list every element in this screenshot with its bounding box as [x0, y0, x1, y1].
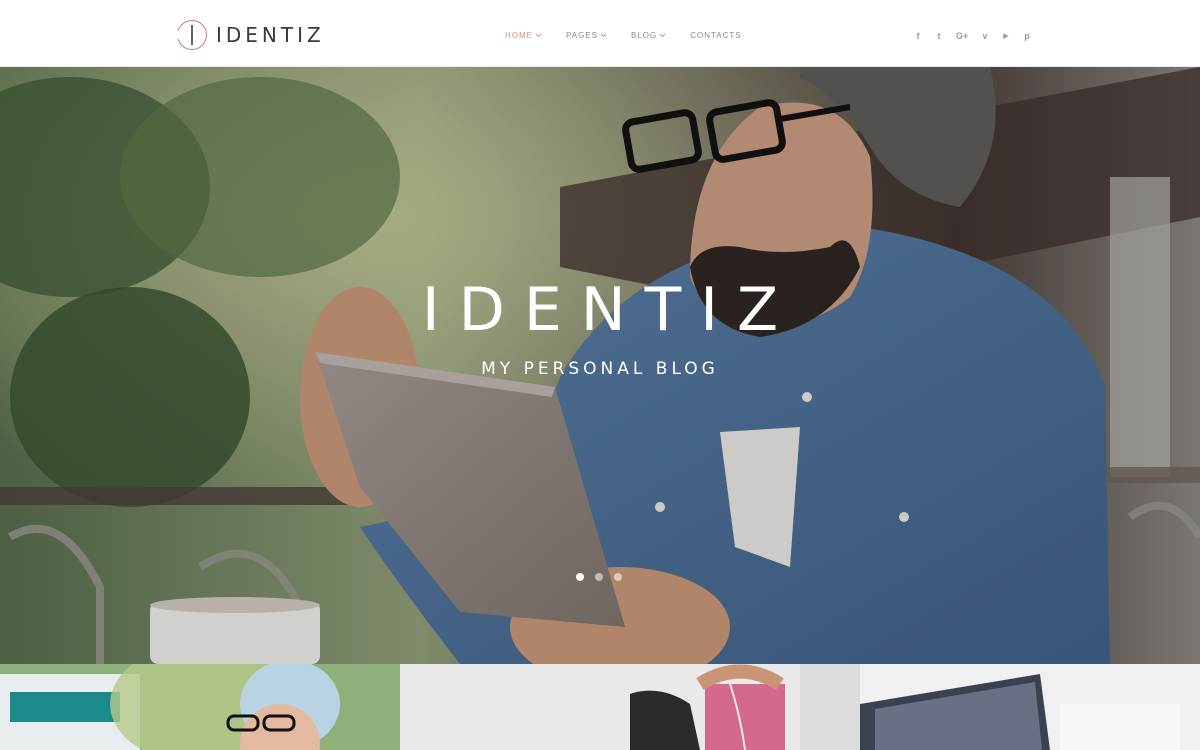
chevron-down-icon	[535, 33, 542, 38]
pinterest-icon[interactable]: p	[1021, 30, 1033, 42]
slider-dot[interactable]	[595, 573, 603, 581]
post-thumbnail	[0, 664, 400, 750]
nav-item-pages[interactable]: PAGES	[566, 31, 607, 40]
twitter-icon[interactable]: t	[933, 30, 945, 42]
social-links: f t G+ v ▶ p	[912, 30, 1042, 42]
slider-dot[interactable]	[576, 573, 584, 581]
chevron-down-icon	[659, 33, 666, 38]
logo-mark-icon	[176, 19, 208, 51]
featured-post-card[interactable]	[400, 664, 800, 750]
vimeo-icon[interactable]: v	[979, 30, 991, 42]
site-logo[interactable]: IDENTIZ	[176, 19, 325, 51]
nav-item-home[interactable]: HOME	[505, 31, 542, 40]
hero-slider: IDENTIZ MY PERSONAL BLOG	[0, 67, 1200, 664]
hero-title: IDENTIZ	[421, 275, 798, 345]
post-thumbnail	[800, 664, 1200, 750]
google-plus-icon[interactable]: G+	[954, 30, 970, 42]
featured-post-card[interactable]	[0, 664, 400, 750]
featured-post-card[interactable]	[800, 664, 1200, 750]
slider-pagination	[576, 573, 633, 581]
nav-item-contacts[interactable]: CONTACTS	[690, 31, 741, 40]
hero-subtitle: MY PERSONAL BLOG	[481, 359, 719, 379]
logo-text: IDENTIZ	[216, 23, 325, 47]
facebook-icon[interactable]: f	[912, 30, 924, 42]
nav-item-label: BLOG	[630, 31, 658, 40]
chevron-down-icon	[600, 33, 607, 38]
main-nav: HOME PAGES BLOG CONTACTS	[505, 31, 766, 40]
site-header: IDENTIZ HOME PAGES BLOG CONTACTS f t G+ …	[0, 0, 1200, 67]
featured-posts	[0, 664, 1200, 750]
slider-dot[interactable]	[614, 573, 622, 581]
nav-item-blog[interactable]: BLOG	[631, 31, 666, 40]
youtube-icon[interactable]: ▶	[1000, 30, 1012, 42]
nav-item-label: PAGES	[566, 31, 598, 40]
post-thumbnail	[400, 664, 800, 750]
nav-item-label: CONTACTS	[690, 31, 742, 40]
nav-item-label: HOME	[505, 31, 533, 40]
